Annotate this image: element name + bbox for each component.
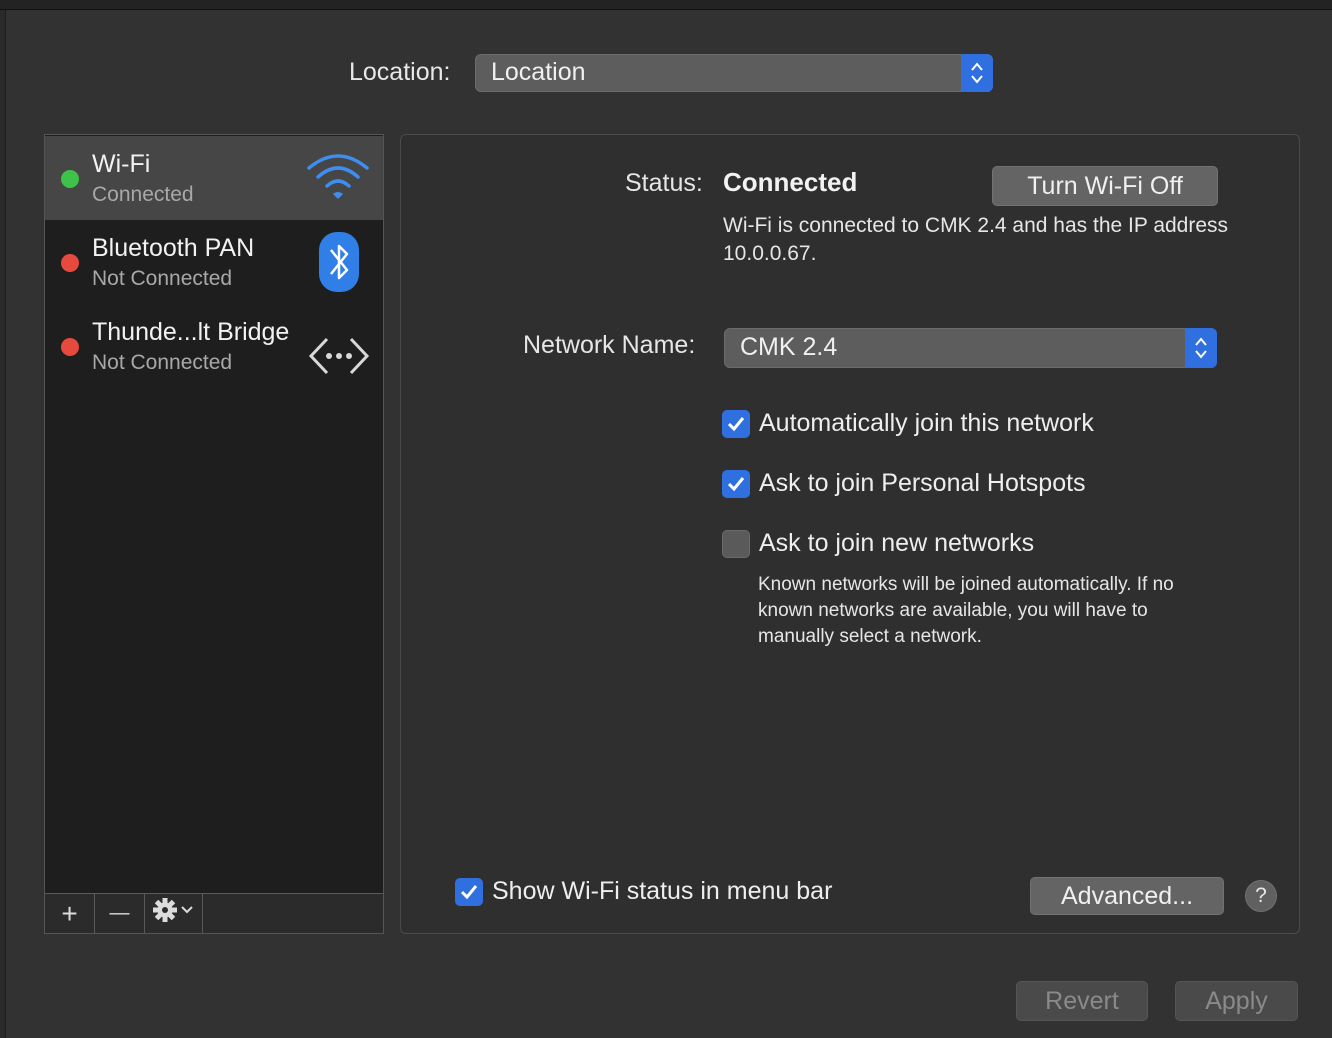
service-state: Not Connected: [92, 267, 233, 290]
service-name: Bluetooth PAN: [92, 234, 255, 262]
auto-join-option[interactable]: Automatically join this network: [722, 409, 1094, 438]
network-name-label: Network Name:: [523, 331, 696, 359]
new-networks-checkbox[interactable]: [722, 529, 750, 558]
window-left-edge: [0, 10, 6, 1038]
location-label: Location:: [349, 58, 451, 86]
window-top-edge: [0, 0, 1332, 10]
network-name-popup[interactable]: CMK 2.4: [724, 328, 1217, 368]
status-label: Status:: [625, 169, 703, 197]
network-name-value: CMK 2.4: [740, 333, 838, 361]
location-popup[interactable]: Location: [475, 54, 993, 92]
thunderbolt-bridge-icon: [307, 316, 371, 375]
wifi-settings-panel: Status: Connected Turn Wi-Fi Off Wi-Fi i…: [400, 134, 1300, 934]
new-networks-label: Ask to join new networks: [759, 529, 1035, 557]
known-networks-note: Known networks will be joined automatica…: [758, 574, 1174, 647]
network-stepper-icon: [1185, 328, 1217, 368]
service-state: Connected: [92, 183, 194, 206]
plus-icon: +: [61, 897, 78, 929]
menu-bar-status-label: Show Wi-Fi status in menu bar: [492, 877, 833, 905]
service-state: Not Connected: [92, 351, 233, 374]
service-list: Wi-Fi Connected Bluetooth PAN Not Connec…: [44, 134, 384, 934]
status-value: Connected: [723, 167, 858, 197]
service-item-bluetooth-pan[interactable]: Bluetooth PAN Not Connected: [45, 220, 383, 304]
status-dot-disconnected: [61, 254, 79, 272]
personal-hotspots-option[interactable]: Ask to join Personal Hotspots: [722, 469, 1086, 498]
personal-hotspots-checkbox[interactable]: [722, 469, 750, 498]
gear-icon: [152, 897, 196, 930]
minus-icon: —: [109, 902, 130, 924]
turn-wifi-off-button[interactable]: Turn Wi-Fi Off: [992, 166, 1218, 206]
service-name: Wi-Fi: [92, 150, 151, 178]
advanced-button[interactable]: Advanced...: [1030, 877, 1224, 915]
bluetooth-icon: [305, 232, 371, 292]
apply-button[interactable]: Apply: [1175, 981, 1298, 1021]
status-description: Wi-Fi is connected to CMK 2.4 and has th…: [723, 214, 1229, 265]
status-dot-disconnected: [61, 338, 79, 356]
menu-bar-status-checkbox[interactable]: [455, 877, 483, 906]
menu-bar-status-option[interactable]: Show Wi-Fi status in menu bar: [455, 877, 832, 906]
service-item-wifi[interactable]: Wi-Fi Connected: [45, 136, 383, 220]
revert-button[interactable]: Revert: [1016, 981, 1148, 1021]
service-list-toolbar: + —: [45, 893, 383, 933]
location-value: Location: [491, 58, 586, 86]
add-service-button[interactable]: +: [45, 894, 95, 933]
remove-service-button[interactable]: —: [95, 894, 145, 933]
auto-join-label: Automatically join this network: [759, 409, 1094, 437]
location-stepper-icon: [961, 54, 993, 92]
personal-hotspots-label: Ask to join Personal Hotspots: [759, 469, 1086, 497]
status-dot-connected: [61, 170, 79, 188]
auto-join-checkbox[interactable]: [722, 409, 750, 438]
service-item-thunderbolt-bridge[interactable]: Thunde...lt Bridge Not Connected: [45, 304, 383, 388]
service-name: Thunde...lt Bridge: [92, 318, 290, 346]
new-networks-option[interactable]: Ask to join new networks: [722, 529, 1034, 558]
wifi-icon: [305, 148, 371, 206]
help-button[interactable]: ?: [1245, 880, 1277, 912]
service-actions-button[interactable]: [145, 894, 203, 933]
